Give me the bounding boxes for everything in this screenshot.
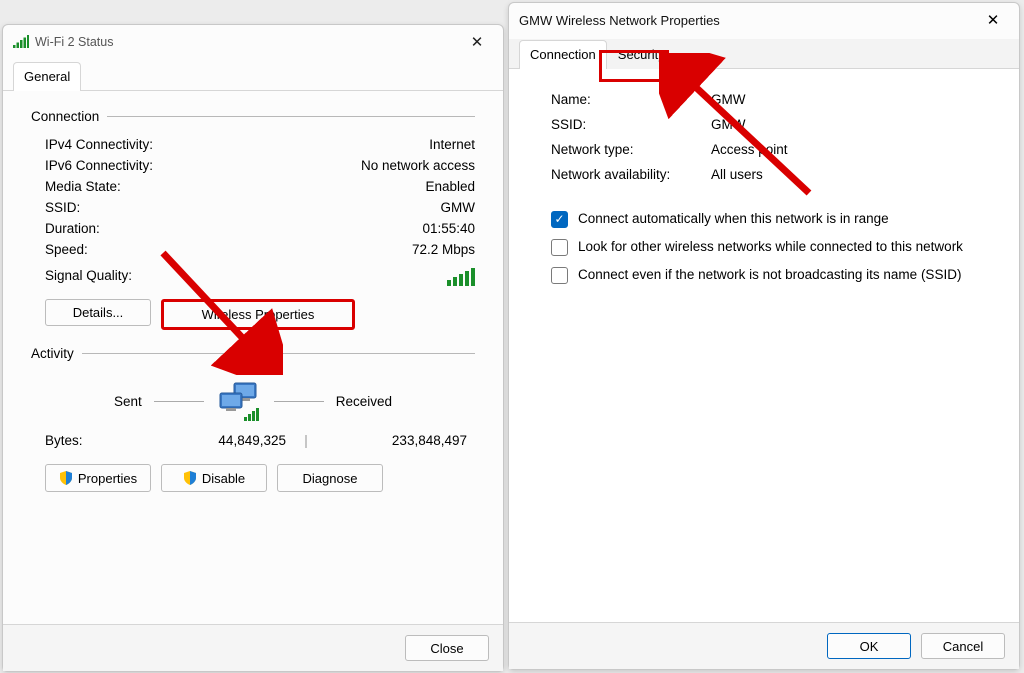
wireless-properties-button[interactable]: Wireless Properties	[161, 299, 355, 330]
checkbox-look-other-networks[interactable]: Look for other wireless networks while c…	[537, 233, 991, 261]
tab-strip: General	[3, 61, 503, 91]
titlebar[interactable]: Wi-Fi 2 Status ✕	[3, 25, 503, 59]
checkbox-auto-connect[interactable]: ✓ Connect automatically when this networ…	[537, 205, 991, 233]
dialog-content: Connection IPv4 Connectivity: Internet IP…	[3, 91, 503, 624]
received-label: Received	[336, 394, 392, 409]
close-button[interactable]: ✕	[971, 5, 1015, 35]
properties-button[interactable]: Properties	[45, 464, 151, 492]
cancel-button[interactable]: Cancel	[921, 633, 1005, 659]
sent-label: Sent	[114, 394, 142, 409]
bytes-label: Bytes:	[45, 433, 145, 448]
ipv4-value: Internet	[429, 137, 475, 152]
checkbox-icon: ✓	[551, 211, 568, 228]
bytes-sent-value: 44,849,325	[145, 433, 286, 448]
duration-value: 01:55:40	[422, 221, 475, 236]
tab-strip: Connection Security	[509, 39, 1019, 69]
ssid-label: SSID:	[551, 117, 711, 132]
shield-icon	[183, 471, 197, 485]
availability-value: All users	[711, 167, 763, 182]
dialog-footer: Close	[3, 624, 503, 671]
network-type-label: Network type:	[551, 142, 711, 157]
group-connection: Connection	[31, 109, 475, 124]
checkbox-connect-hidden[interactable]: Connect even if the network is not broad…	[537, 261, 991, 289]
media-label: Media State:	[45, 179, 121, 194]
network-computers-icon	[216, 379, 262, 423]
ipv4-label: IPv4 Connectivity:	[45, 137, 153, 152]
window-title: Wi-Fi 2 Status	[35, 35, 455, 49]
speed-value: 72.2 Mbps	[412, 242, 475, 257]
close-button-footer[interactable]: Close	[405, 635, 489, 661]
details-button[interactable]: Details...	[45, 299, 151, 326]
speed-label: Speed:	[45, 242, 88, 257]
group-activity: Activity	[31, 346, 475, 361]
ok-button[interactable]: OK	[827, 633, 911, 659]
window-title: GMW Wireless Network Properties	[519, 13, 971, 28]
signal-quality-icon	[447, 268, 475, 286]
dialog-footer: OK Cancel	[509, 622, 1019, 669]
titlebar[interactable]: GMW Wireless Network Properties ✕	[509, 3, 1019, 37]
media-value: Enabled	[425, 179, 475, 194]
name-value: GMW	[711, 92, 746, 107]
checkbox-icon	[551, 267, 568, 284]
network-type-value: Access point	[711, 142, 788, 157]
ssid-value: GMW	[441, 200, 476, 215]
duration-label: Duration:	[45, 221, 100, 236]
tab-security[interactable]: Security	[607, 40, 676, 69]
diagnose-button[interactable]: Diagnose	[277, 464, 383, 492]
ipv6-label: IPv6 Connectivity:	[45, 158, 153, 173]
ssid-value: GMW	[711, 117, 746, 132]
bytes-received-value: 233,848,497	[326, 433, 467, 448]
availability-label: Network availability:	[551, 167, 711, 182]
tab-general[interactable]: General	[13, 62, 81, 91]
ssid-label: SSID:	[45, 200, 80, 215]
shield-icon	[59, 471, 73, 485]
activity-header: Sent Received	[31, 371, 475, 429]
dialog-content: Name:GMW SSID:GMW Network type:Access po…	[509, 69, 1019, 622]
ipv6-value: No network access	[361, 158, 475, 173]
disable-button[interactable]: Disable	[161, 464, 267, 492]
close-button[interactable]: ✕	[455, 27, 499, 57]
wifi-status-dialog: Wi-Fi 2 Status ✕ General Connection IPv4…	[2, 24, 504, 672]
wifi-signal-icon	[13, 35, 29, 49]
tab-connection[interactable]: Connection	[519, 40, 607, 69]
signal-quality-label: Signal Quality:	[45, 268, 132, 286]
network-properties-dialog: GMW Wireless Network Properties ✕ Connec…	[508, 2, 1020, 670]
name-label: Name:	[551, 92, 711, 107]
checkbox-icon	[551, 239, 568, 256]
